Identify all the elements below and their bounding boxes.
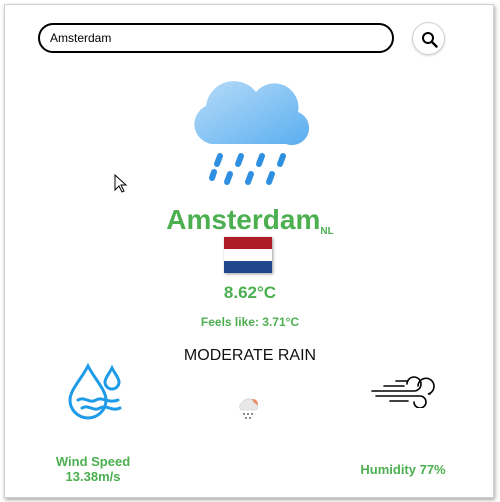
mouse-cursor-icon [114,174,128,193]
country-code: NL [320,226,334,237]
wind-speed-label: Wind Speed [55,454,131,469]
netherlands-flag-icon [224,237,272,273]
small-rain-cloud-icon [239,398,258,419]
cloud-rain-icon [194,81,310,185]
weather-description: moderate rain [183,347,317,364]
wind-icon [371,376,435,408]
temperature: 8.62°C [223,283,277,302]
feels-like: Feels like: 3.71°C [200,315,300,329]
water-drop-icon [68,362,122,420]
search-button[interactable] [412,22,445,55]
humidity: Humidity 77% [360,462,446,477]
city-name: Amsterdam [166,204,321,235]
city-heading: AmsterdamNL [0,204,500,237]
wind-speed-value: 13.38m/s [65,469,121,484]
search-input[interactable] [38,23,394,53]
wind-speed: Wind Speed 13.38m/s [33,454,153,484]
search-icon [422,32,438,48]
